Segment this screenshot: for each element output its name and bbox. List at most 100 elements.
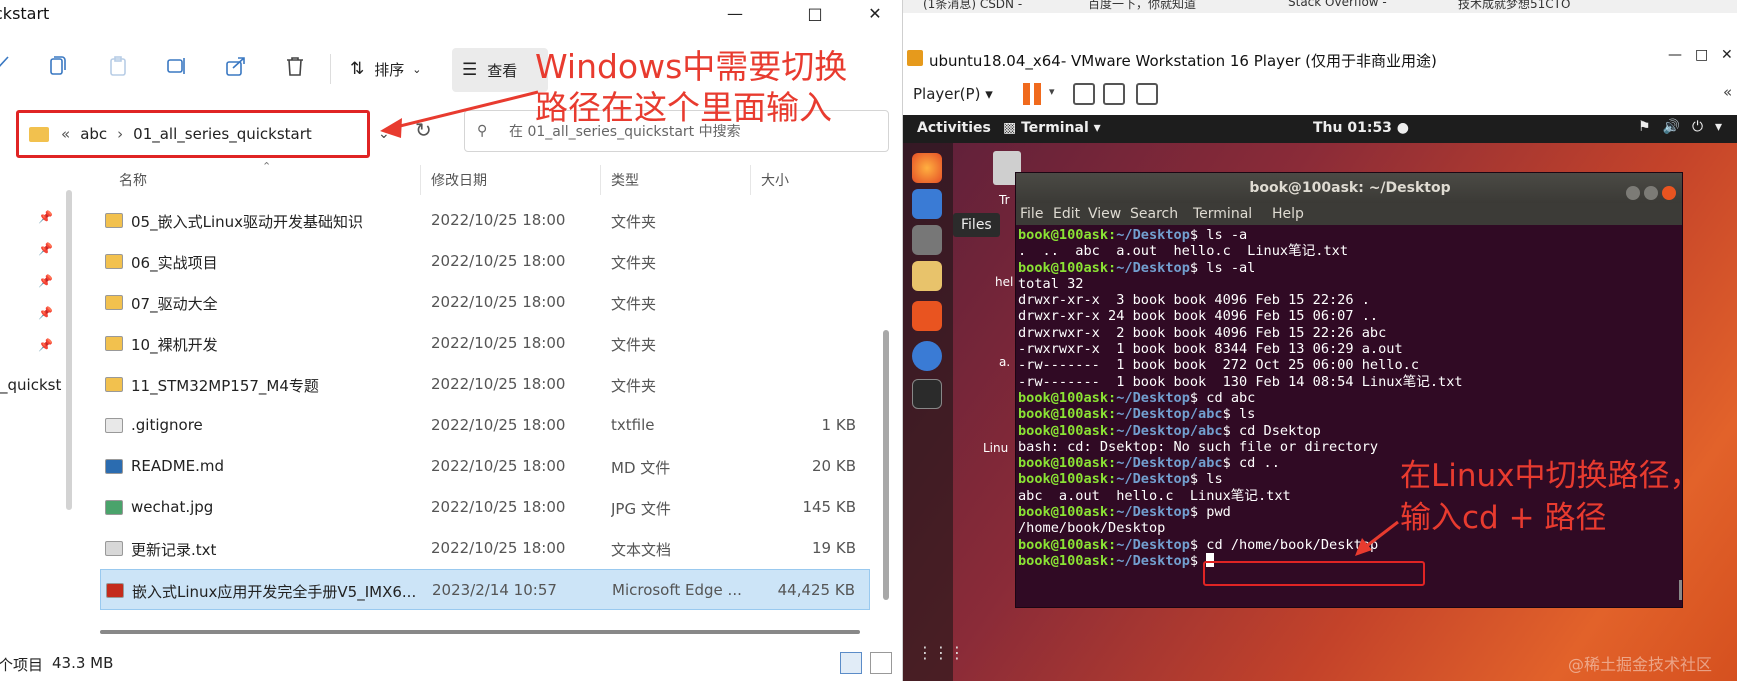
file-row[interactable]: .gitignore 2022/10/25 18:00 txtfile 1 KB	[100, 405, 870, 446]
pause-icon[interactable]	[1023, 83, 1045, 105]
nav-pane-scrollbar[interactable]	[66, 190, 72, 510]
menu-search[interactable]: Search	[1130, 206, 1178, 222]
prompt-path: ~/Desktop	[1116, 227, 1190, 243]
breadcrumb-abc[interactable]: abc	[80, 125, 107, 143]
rhythmbox-icon[interactable]	[912, 261, 942, 291]
menu-help[interactable]: Help	[1272, 206, 1304, 222]
clock[interactable]: Thu 01:53 ●	[1313, 120, 1409, 136]
sort-button[interactable]: ⇅ 排序 ⌄	[350, 56, 421, 82]
address-bar[interactable]: « abc › 01_all_series_quickstart	[16, 110, 370, 158]
file-row[interactable]: 11_STM32MP157_M4专题 2022/10/25 18:00 文件夹	[100, 364, 870, 405]
chevron-down-icon[interactable]: ▾	[1049, 85, 1055, 98]
menu-edit[interactable]: Edit	[1053, 206, 1080, 222]
player-menu-button[interactable]: Player(P) ▾	[913, 85, 993, 103]
menu-file[interactable]: File	[1020, 206, 1043, 222]
column-header-name[interactable]: 名称	[119, 170, 147, 190]
activities-button[interactable]: Activities	[917, 120, 991, 136]
chevron-down-icon[interactable]: ⌄	[378, 126, 390, 142]
tiles-view-icon[interactable]	[870, 652, 892, 674]
copy-icon[interactable]	[45, 54, 69, 78]
files-icon[interactable]	[912, 225, 942, 255]
close-button[interactable]	[1662, 186, 1676, 200]
file-type: JPG 文件	[611, 500, 671, 518]
pin-icon[interactable]: 📌	[38, 210, 53, 224]
file-row[interactable]: 06_实战项目 2022/10/25 18:00 文件夹	[100, 241, 870, 282]
details-view-icon[interactable]	[840, 652, 862, 674]
terminal-command: pwd	[1206, 504, 1231, 521]
refresh-icon[interactable]: ↻	[415, 118, 439, 144]
nav-pane-item[interactable]: _quickst	[0, 376, 61, 394]
maximize-button[interactable]: □	[795, 2, 835, 26]
cut-icon[interactable]	[0, 54, 12, 78]
app-menu-label: Terminal	[1021, 120, 1089, 136]
paste-icon[interactable]	[106, 54, 130, 78]
fullscreen-icon[interactable]	[1103, 83, 1125, 105]
file-size: 44,425 KB	[777, 581, 855, 599]
desktop-label-aout: a.	[999, 355, 1011, 369]
prompt-user: book@100ask	[1018, 259, 1109, 276]
thunderbird-icon[interactable]	[912, 189, 942, 219]
folder-icon	[105, 336, 123, 351]
terminal-output-text: drwxr-xr-x 3 book book 4096 Feb 15 22:26…	[1018, 292, 1370, 309]
browser-tab[interactable]: (1条消息) CSDN -	[923, 0, 1022, 12]
unity-icon[interactable]	[1136, 83, 1158, 105]
prompt-separator: :	[1108, 389, 1117, 406]
prompt-separator: :	[1108, 471, 1117, 488]
file-name: 嵌入式Linux应用开发完全手册V5_IMX6...	[132, 583, 417, 601]
breadcrumb-current-folder[interactable]: 01_all_series_quickstart	[133, 125, 312, 143]
file-row[interactable]: 嵌入式Linux应用开发完全手册V5_IMX6... 2023/2/14 10:5…	[100, 569, 870, 610]
column-header-size[interactable]: 大小	[761, 170, 789, 190]
browser-tab[interactable]: 百度一下，你就知道	[1088, 0, 1196, 12]
horizontal-scrollbar[interactable]	[100, 630, 860, 634]
close-button[interactable]: ✕	[855, 2, 895, 26]
delete-icon[interactable]	[283, 54, 307, 78]
breadcrumb-overflow-icon[interactable]: «	[61, 125, 70, 143]
file-row[interactable]: README.md 2022/10/25 18:00 MD 文件 20 KB	[100, 446, 870, 487]
clock-label: Thu 01:53	[1313, 120, 1392, 136]
file-row[interactable]: wechat.jpg 2022/10/25 18:00 JPG 文件 145 KB	[100, 487, 870, 528]
show-applications-icon[interactable]: ⋮⋮⋮	[917, 643, 965, 662]
column-header-date[interactable]: 修改日期	[431, 170, 487, 190]
file-row[interactable]: 05_嵌入式Linux驱动开发基础知识 2022/10/25 18:00 文件夹	[100, 200, 870, 241]
menu-view[interactable]: View	[1088, 206, 1121, 222]
column-header-type[interactable]: 类型	[611, 170, 639, 190]
firefox-icon[interactable]	[912, 153, 942, 183]
scrollbar-thumb[interactable]	[883, 330, 889, 600]
minimize-button[interactable]	[1626, 186, 1640, 200]
cd-command-highlight	[1203, 561, 1425, 586]
system-tray[interactable]: ⚑🔊⏻▾	[1638, 119, 1734, 135]
collapse-toolbar-icon[interactable]: «	[1723, 83, 1732, 101]
rename-icon[interactable]	[165, 54, 189, 78]
help-icon[interactable]	[912, 341, 942, 371]
terminal-window[interactable]: book@100ask: ~/Desktop File Edit View Se…	[1015, 172, 1683, 608]
view-button[interactable]: ☰ 查看	[452, 48, 548, 92]
terminal-output[interactable]: book@100ask:~/Desktop$ ls -a. .. abc a.o…	[1016, 227, 1682, 607]
terminal-icon[interactable]	[912, 379, 942, 409]
pin-icon[interactable]: 📌	[38, 338, 53, 352]
pin-icon[interactable]: 📌	[38, 306, 53, 320]
browser-tab[interactable]: Stack Overflow -	[1288, 0, 1387, 9]
prompt-separator: :	[1108, 406, 1117, 423]
browser-tab[interactable]: 技术成就梦想51CTO	[1458, 0, 1570, 12]
maximize-button[interactable]	[1644, 186, 1658, 200]
annotation-line: 输入cd + 路径	[1400, 500, 1607, 536]
file-row[interactable]: 07_驱动大全 2022/10/25 18:00 文件夹	[100, 282, 870, 323]
file-list-scrollbar[interactable]	[883, 170, 889, 640]
software-center-icon[interactable]	[912, 301, 942, 331]
pin-icon[interactable]: 📌	[38, 242, 53, 256]
close-button[interactable]: ✕	[1721, 47, 1733, 63]
minimize-button[interactable]: —	[715, 2, 755, 26]
file-type: 文本文档	[611, 541, 672, 559]
minimize-button[interactable]: —	[1668, 47, 1682, 63]
terminal-scrollbar[interactable]	[1679, 580, 1682, 600]
send-ctrl-alt-del-icon[interactable]	[1073, 83, 1095, 105]
share-icon[interactable]	[224, 54, 248, 78]
text-file-icon	[105, 541, 123, 556]
file-row[interactable]: 更新记录.txt 2022/10/25 18:00 文本文档 19 KB	[100, 528, 870, 569]
pin-icon[interactable]: 📌	[38, 274, 53, 288]
menu-terminal[interactable]: Terminal	[1193, 206, 1252, 222]
maximize-button[interactable]: □	[1695, 47, 1708, 63]
app-menu-button[interactable]: ▩ Terminal ▾	[1003, 120, 1101, 136]
prompt-user: book@100ask	[1018, 389, 1109, 406]
file-row[interactable]: 10_裸机开发 2022/10/25 18:00 文件夹	[100, 323, 870, 364]
